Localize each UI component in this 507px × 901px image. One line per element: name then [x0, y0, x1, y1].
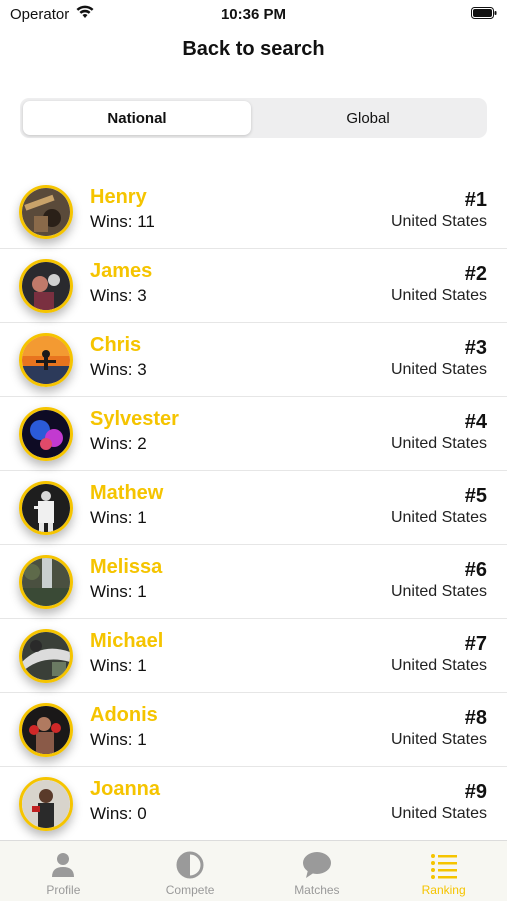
player-rank: #3 [464, 337, 487, 359]
player-name: Mathew [90, 482, 164, 504]
player-wins: Wins: 1 [90, 508, 147, 527]
ranking-row[interactable]: Sylvester Wins: 2 #4 United States [0, 397, 507, 471]
list-icon [430, 854, 457, 879]
ranking-row[interactable]: Adonis Wins: 1 #8 United States [0, 693, 507, 767]
ranking-row[interactable]: Chris Wins: 3 #3 United States [0, 323, 507, 397]
tab-profile[interactable]: Profile [0, 841, 127, 901]
player-rank: #6 [464, 559, 487, 581]
player-country: United States [390, 213, 487, 230]
ranking-list: Henry Wins: 11 #1 United States James Wi… [0, 175, 507, 841]
player-name: Sylvester [90, 408, 179, 430]
player-rank: #1 [464, 189, 487, 211]
player-country: United States [390, 583, 487, 600]
ranking-row[interactable]: Michael Wins: 1 #7 United States [0, 619, 507, 693]
avatar [19, 259, 73, 313]
ranking-row[interactable]: James Wins: 3 #2 United States [0, 249, 507, 323]
player-rank: #9 [464, 781, 487, 803]
tab-compete[interactable]: Compete [127, 841, 254, 901]
player-wins: Wins: 0 [90, 804, 147, 823]
tab-label: Profile [46, 883, 81, 897]
person-icon [52, 853, 75, 877]
ranking-row[interactable]: Joanna Wins: 0 #9 United States [0, 767, 507, 841]
player-name: Melissa [90, 556, 163, 578]
player-country: United States [390, 509, 487, 526]
player-wins: Wins: 2 [90, 434, 147, 453]
player-name: Michael [90, 630, 164, 652]
player-wins: Wins: 1 [90, 582, 147, 601]
scope-segmented-control: National Global [20, 98, 487, 138]
tab-label: Matches [294, 883, 340, 897]
avatar [19, 185, 73, 239]
speech-bubble-icon [302, 852, 331, 878]
avatar [19, 555, 73, 609]
tab-matches[interactable]: Matches [254, 841, 381, 901]
player-wins: Wins: 3 [90, 360, 147, 379]
player-name: Joanna [90, 778, 161, 800]
avatar [19, 481, 73, 535]
avatar [19, 703, 73, 757]
player-country: United States [390, 657, 487, 674]
player-wins: Wins: 1 [90, 656, 147, 675]
back-to-search-link[interactable]: Back to search [0, 38, 507, 61]
player-country: United States [390, 435, 487, 452]
avatar [19, 407, 73, 461]
segment-global[interactable]: Global [254, 101, 482, 135]
player-rank: #5 [464, 485, 487, 507]
player-name: James [90, 260, 153, 282]
avatar [19, 333, 73, 387]
player-name: Chris [90, 334, 142, 356]
clock: 10:36 PM [220, 6, 287, 23]
player-country: United States [390, 731, 487, 748]
player-rank: #2 [464, 263, 487, 285]
status-bar: Operator 10:36 PM [0, 0, 507, 30]
avatar [19, 629, 73, 683]
player-rank: #8 [464, 707, 487, 729]
player-country: United States [390, 361, 487, 378]
player-name: Adonis [90, 704, 158, 726]
tab-label: Ranking [421, 883, 466, 897]
avatar [19, 777, 73, 831]
player-country: United States [390, 805, 487, 822]
player-wins: Wins: 11 [90, 212, 155, 231]
battery-icon [471, 7, 497, 19]
ranking-row[interactable]: Melissa Wins: 1 #6 United States [0, 545, 507, 619]
player-wins: Wins: 1 [90, 730, 147, 749]
ranking-row[interactable]: Henry Wins: 11 #1 United States [0, 175, 507, 249]
segment-national[interactable]: National [23, 101, 251, 135]
player-rank: #4 [464, 411, 487, 433]
tab-bar: Profile Compete Matches Ranking [0, 840, 507, 901]
player-wins: Wins: 3 [90, 286, 147, 305]
ranking-row[interactable]: Mathew Wins: 1 #5 United States [0, 471, 507, 545]
player-country: United States [390, 287, 487, 304]
player-name: Henry [90, 186, 147, 208]
half-circle-icon [176, 851, 204, 879]
tab-label: Compete [165, 883, 215, 897]
player-rank: #7 [464, 633, 487, 655]
tab-ranking[interactable]: Ranking [380, 841, 507, 901]
